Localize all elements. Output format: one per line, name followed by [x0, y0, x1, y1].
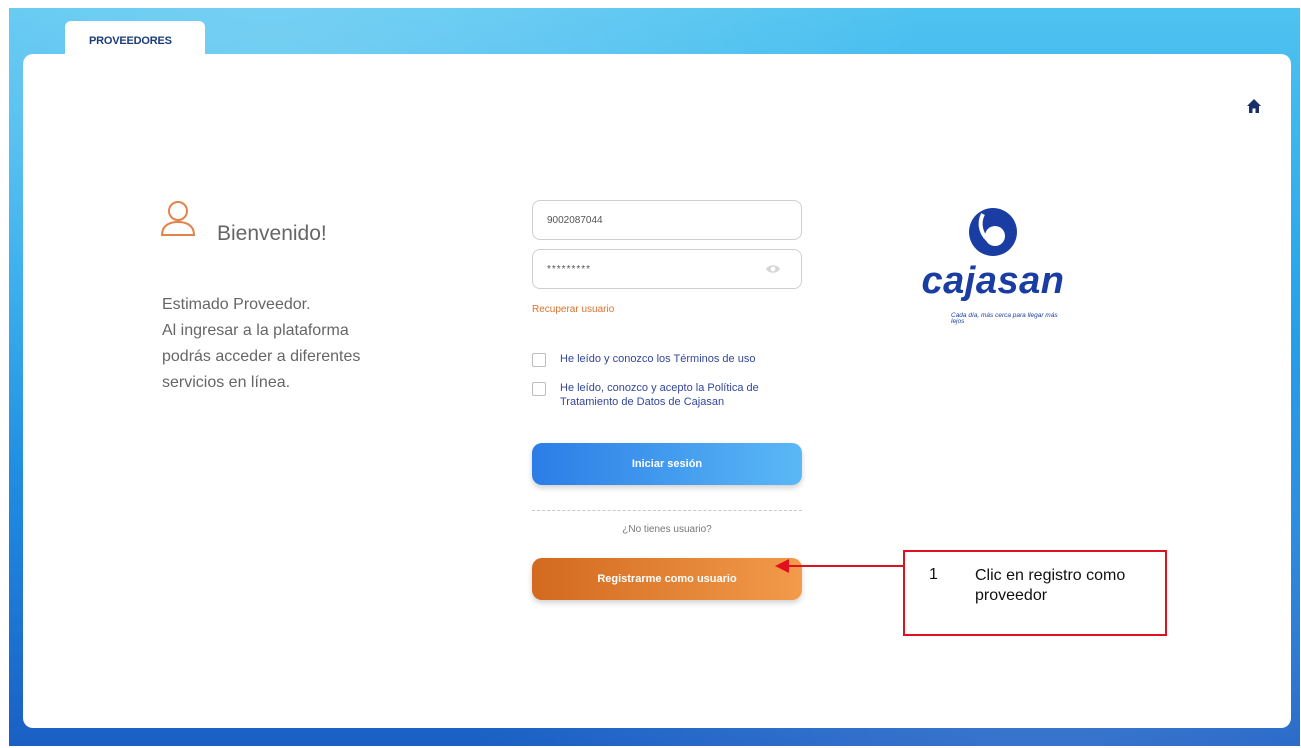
privacy-label: He leído, conozco y acepto la Política d…	[560, 382, 759, 408]
cajasan-logo: cajasan Cada día, más cerca para llegar …	[903, 204, 1083, 344]
logo-mark-icon	[969, 208, 1017, 256]
login-button[interactable]: Iniciar sesión	[532, 443, 802, 485]
logo-slogan: Cada día, más cerca para llegar más lejo…	[951, 312, 1058, 325]
terms-row: He leído y conozco los Términos de uso	[532, 352, 800, 367]
annotation-callout: 1 Clic en registro como proveedor	[903, 550, 1167, 636]
page-background: PROVEEDORES Bienvenido! Estimado Proveed…	[9, 8, 1300, 746]
terms-label: He leído y conozco los Términos de uso	[560, 353, 756, 365]
no-user-text: ¿No tienes usuario?	[622, 524, 712, 535]
password-input[interactable]	[532, 249, 802, 289]
eye-icon[interactable]	[765, 263, 781, 275]
welcome-message: Estimado Proveedor. Al ingresar a la pla…	[162, 296, 361, 391]
tab-proveedores[interactable]: PROVEEDORES	[65, 21, 205, 57]
privacy-row: He leído, conozco y acepto la Política d…	[532, 381, 800, 409]
terms-checkbox[interactable]	[532, 353, 546, 367]
privacy-checkbox[interactable]	[532, 382, 546, 396]
register-button[interactable]: Registrarme como usuario	[532, 558, 802, 600]
logo-wordmark: cajasan	[921, 260, 1065, 302]
annotation-text: Clic en registro como proveedor	[975, 567, 1126, 604]
recover-user-link[interactable]: Recuperar usuario	[532, 304, 614, 315]
divider	[532, 510, 802, 511]
user-icon	[160, 201, 196, 236]
annotation-number: 1	[929, 566, 938, 583]
username-input[interactable]	[532, 200, 802, 240]
home-icon[interactable]	[1246, 98, 1262, 114]
welcome-title: Bienvenido!	[217, 222, 327, 245]
annotation-arrow	[775, 559, 913, 573]
